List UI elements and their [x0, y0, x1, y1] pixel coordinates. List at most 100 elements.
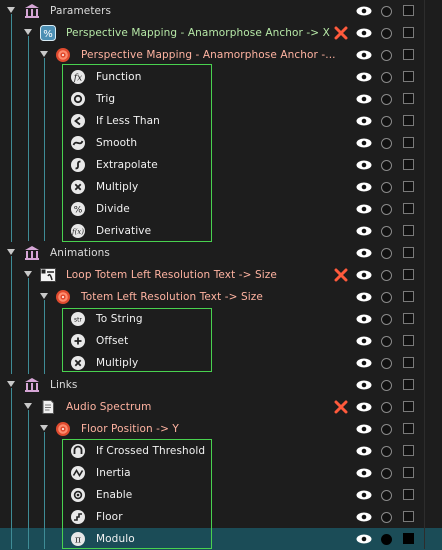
select-checkbox[interactable]: [403, 291, 414, 302]
links-row[interactable]: Links: [0, 374, 442, 396]
enable-toggle[interactable]: [381, 534, 392, 545]
enable-toggle[interactable]: [381, 94, 392, 105]
select-checkbox[interactable]: [403, 489, 414, 500]
select-checkbox[interactable]: [403, 159, 414, 170]
select-checkbox[interactable]: [403, 203, 414, 214]
select-checkbox[interactable]: [403, 27, 414, 38]
eye-icon[interactable]: [356, 72, 372, 82]
parameters-row[interactable]: Parameters: [0, 0, 442, 22]
select-checkbox[interactable]: [403, 247, 414, 258]
eye-icon[interactable]: [356, 28, 372, 38]
eye-icon[interactable]: [356, 534, 372, 544]
tree-row[interactable]: Floor Position -> Y: [0, 418, 442, 440]
enable-toggle[interactable]: [381, 402, 392, 413]
eye-icon[interactable]: [356, 314, 372, 324]
eye-icon[interactable]: [356, 226, 372, 236]
eye-icon[interactable]: [356, 116, 372, 126]
enable-toggle[interactable]: [381, 336, 392, 347]
eye-icon[interactable]: [356, 182, 372, 192]
enable-toggle[interactable]: [381, 358, 392, 369]
enable-toggle[interactable]: [381, 468, 392, 479]
tree-row[interactable]: Extrapolate: [0, 154, 442, 176]
tree-row[interactable]: str To String: [0, 308, 442, 330]
tree-row[interactable]: Offset: [0, 330, 442, 352]
expand-arrow-icon[interactable]: [40, 51, 48, 57]
eye-icon[interactable]: [356, 512, 372, 522]
select-checkbox[interactable]: [403, 5, 414, 16]
eye-icon[interactable]: [356, 468, 372, 478]
eye-icon[interactable]: [356, 270, 372, 280]
enable-toggle[interactable]: [381, 204, 392, 215]
select-checkbox[interactable]: [403, 225, 414, 236]
select-checkbox[interactable]: [403, 511, 414, 522]
tree-row[interactable]: fx Function: [0, 66, 442, 88]
expand-arrow-icon[interactable]: [40, 293, 48, 299]
eye-icon[interactable]: [356, 138, 372, 148]
eye-icon[interactable]: [356, 204, 372, 214]
eye-icon[interactable]: [356, 160, 372, 170]
select-checkbox[interactable]: [403, 137, 414, 148]
tree-row[interactable]: Enable: [0, 484, 442, 506]
select-checkbox[interactable]: [403, 71, 414, 82]
expand-arrow-icon[interactable]: [40, 425, 48, 431]
tree-row[interactable]: Multiply: [0, 352, 442, 374]
eye-icon[interactable]: [356, 336, 372, 346]
select-checkbox[interactable]: [403, 379, 414, 390]
tree-row[interactable]: Totem Left Resolution Text -> Size: [0, 286, 442, 308]
enable-toggle[interactable]: [381, 182, 392, 193]
tree-row[interactable]: π Modulo: [0, 528, 442, 550]
enable-toggle[interactable]: [381, 292, 392, 303]
enable-toggle[interactable]: [381, 6, 392, 17]
eye-icon[interactable]: [356, 50, 372, 60]
enable-toggle[interactable]: [381, 28, 392, 39]
select-checkbox[interactable]: [403, 445, 414, 456]
enable-toggle[interactable]: [381, 138, 392, 149]
eye-icon[interactable]: [356, 94, 372, 104]
remove-x-icon[interactable]: [334, 26, 348, 40]
select-checkbox[interactable]: [403, 115, 414, 126]
tree-row[interactable]: Audio Spectrum: [0, 396, 442, 418]
enable-toggle[interactable]: [381, 490, 392, 501]
eye-icon[interactable]: [356, 490, 372, 500]
enable-toggle[interactable]: [381, 424, 392, 435]
remove-x-icon[interactable]: [334, 400, 348, 414]
expand-arrow-icon[interactable]: [7, 249, 15, 255]
expand-arrow-icon[interactable]: [7, 7, 15, 13]
eye-icon[interactable]: [356, 358, 372, 368]
eye-icon[interactable]: [356, 380, 372, 390]
eye-icon[interactable]: [356, 6, 372, 16]
enable-toggle[interactable]: [381, 50, 392, 61]
expand-arrow-icon[interactable]: [24, 29, 32, 35]
enable-toggle[interactable]: [381, 380, 392, 391]
enable-toggle[interactable]: [381, 446, 392, 457]
tree-row[interactable]: If Less Than: [0, 110, 442, 132]
select-checkbox[interactable]: [403, 93, 414, 104]
select-checkbox[interactable]: [403, 401, 414, 412]
eye-icon[interactable]: [356, 424, 372, 434]
tree-row[interactable]: Loop Totem Left Resolution Text -> Size: [0, 264, 442, 286]
eye-icon[interactable]: [356, 248, 372, 258]
select-checkbox[interactable]: [403, 49, 414, 60]
enable-toggle[interactable]: [381, 116, 392, 127]
expand-arrow-icon[interactable]: [24, 403, 32, 409]
tree-row[interactable]: Multiply: [0, 176, 442, 198]
enable-toggle[interactable]: [381, 270, 392, 281]
tree-row[interactable]: Smooth: [0, 132, 442, 154]
eye-icon[interactable]: [356, 292, 372, 302]
tree-row[interactable]: % Divide: [0, 198, 442, 220]
tree-row[interactable]: f(x) Derivative: [0, 220, 442, 242]
select-checkbox[interactable]: [403, 533, 414, 544]
animations-row[interactable]: Animations: [0, 242, 442, 264]
remove-x-icon[interactable]: [334, 268, 348, 282]
tree-row[interactable]: Perspective Mapping - Anamorphose Anchor…: [0, 44, 442, 66]
select-checkbox[interactable]: [403, 335, 414, 346]
eye-icon[interactable]: [356, 402, 372, 412]
eye-icon[interactable]: [356, 446, 372, 456]
enable-toggle[interactable]: [381, 160, 392, 171]
expand-arrow-icon[interactable]: [24, 271, 32, 277]
select-checkbox[interactable]: [403, 313, 414, 324]
enable-toggle[interactable]: [381, 248, 392, 259]
select-checkbox[interactable]: [403, 357, 414, 368]
tree-row[interactable]: If Crossed Threshold: [0, 440, 442, 462]
tree-row[interactable]: % Perspective Mapping - Anamorphose Anch…: [0, 22, 442, 44]
